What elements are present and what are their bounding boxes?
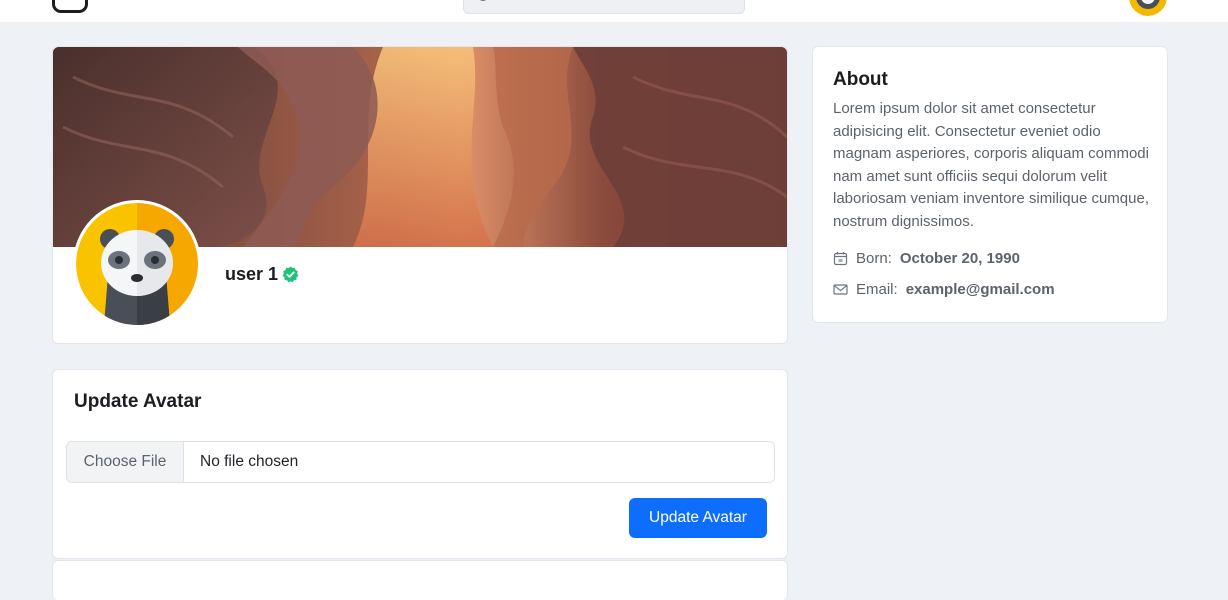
email-row: Email: example@gmail.com	[833, 281, 1055, 298]
update-avatar-button[interactable]: Update Avatar	[629, 498, 767, 538]
born-value: October 20, 1990	[899, 250, 1020, 267]
email-label: Email:	[856, 281, 898, 298]
about-description: Lorem ipsum dolor sit amet consectetur a…	[833, 100, 1149, 230]
update-avatar-card: Update Avatar Choose File No file chosen…	[52, 369, 788, 559]
top-navbar	[0, 0, 1228, 22]
update-avatar-title: Update Avatar	[74, 391, 202, 412]
next-card	[52, 560, 788, 600]
search-icon	[478, 0, 488, 1]
file-status-text: No file chosen	[200, 453, 299, 470]
born-row: Born: October 20, 1990	[833, 250, 1020, 267]
avatar-file-input[interactable]: Choose File No file chosen	[66, 441, 775, 483]
username-row: user 1	[225, 264, 299, 285]
about-title: About	[833, 69, 888, 90]
profile-card: user 1	[52, 46, 788, 344]
born-label: Born:	[856, 250, 892, 267]
profile-avatar	[73, 200, 201, 328]
about-card: About Lorem ipsum dolor sit amet consect…	[812, 46, 1168, 323]
username: user 1	[225, 264, 279, 284]
choose-file-button[interactable]: Choose File	[67, 442, 184, 482]
user-menu-avatar[interactable]	[1129, 0, 1167, 16]
verified-check-icon	[282, 266, 299, 283]
instagram-logo-icon[interactable]	[52, 0, 88, 13]
email-value: example@gmail.com	[905, 281, 1055, 298]
search-input[interactable]	[463, 0, 745, 14]
calendar-icon	[833, 251, 848, 266]
envelope-icon	[833, 282, 848, 297]
